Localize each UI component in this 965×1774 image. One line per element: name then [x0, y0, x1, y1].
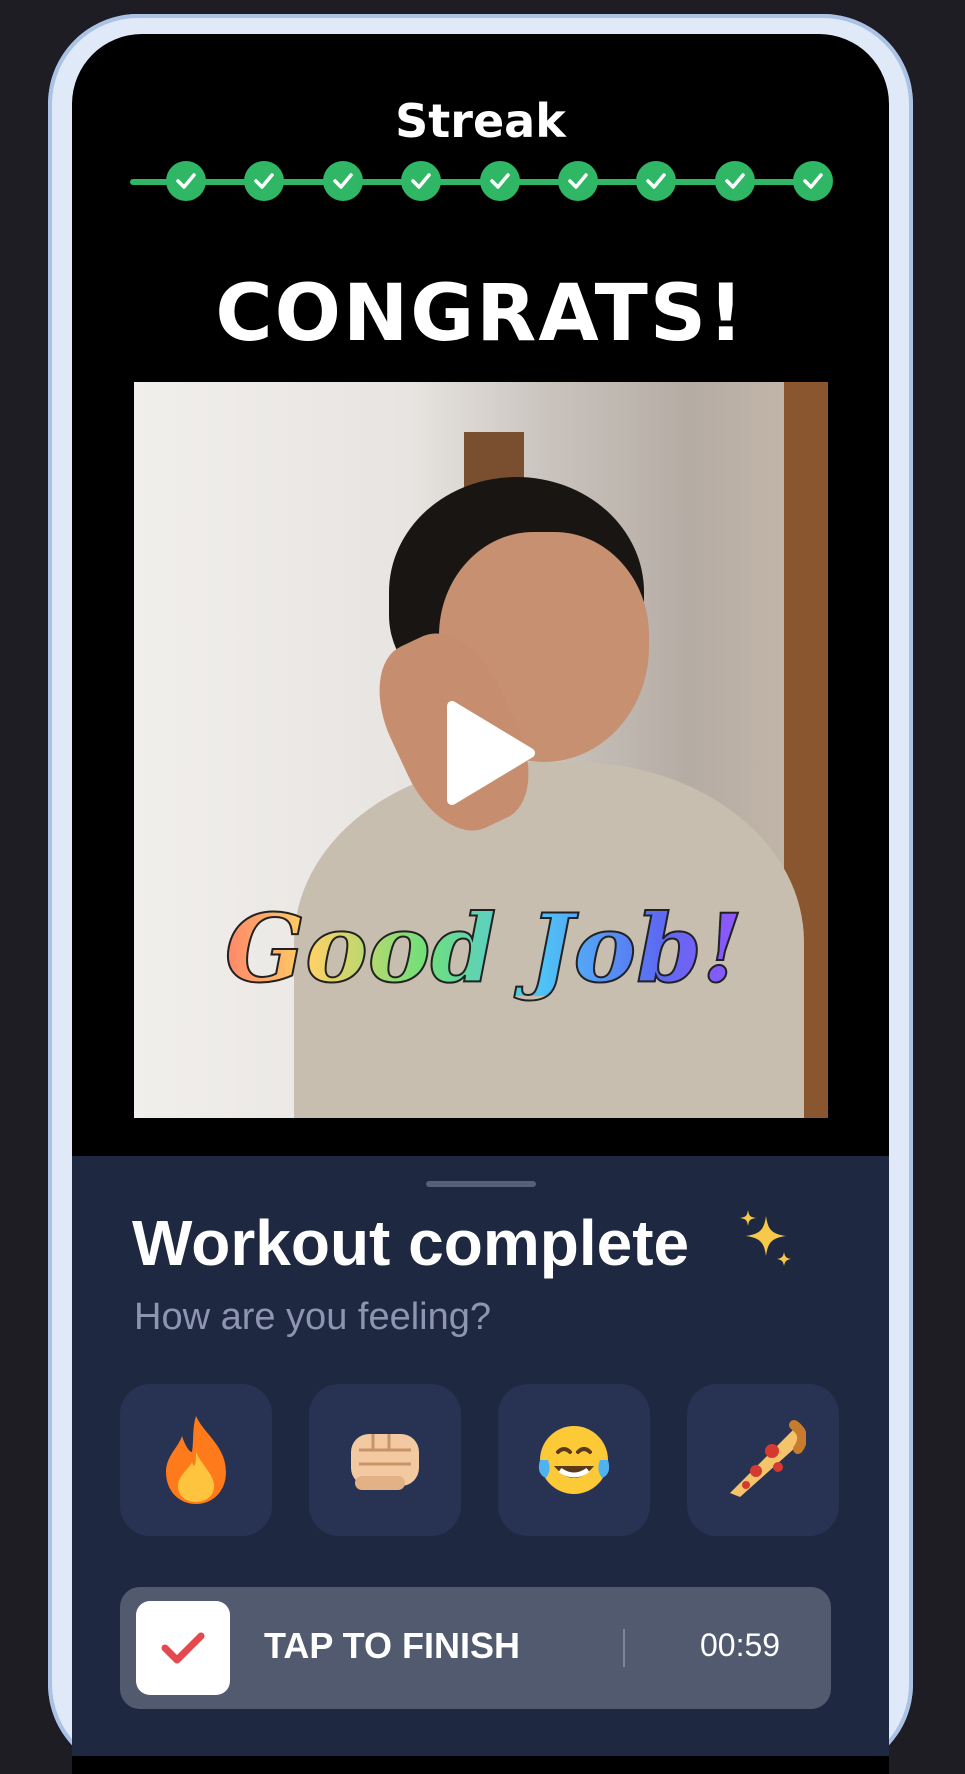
sheet-drag-handle[interactable]	[426, 1181, 536, 1187]
reaction-pizza-button[interactable]	[687, 1384, 839, 1536]
reaction-fire-button[interactable]	[120, 1384, 272, 1536]
check-icon	[568, 173, 588, 189]
workout-complete-sheet: Workout complete How are you feeling? TA…	[72, 1156, 889, 1756]
countdown-timer: 00:59	[700, 1627, 781, 1663]
streak-day-check	[714, 161, 755, 201]
checkmark-icon	[161, 1632, 205, 1664]
celebration-gif[interactable]: Good Job!	[134, 382, 828, 1118]
reaction-laughing-button[interactable]	[498, 1384, 650, 1536]
streak-day-check	[557, 161, 598, 201]
congrats-heading: CONGRATS!	[215, 269, 746, 359]
streak-day-check	[479, 161, 520, 201]
finish-divider	[623, 1629, 625, 1667]
check-icon	[724, 173, 745, 189]
streak-day-check	[244, 161, 285, 201]
streak-day-check	[636, 161, 677, 201]
streak-day-check	[793, 161, 833, 201]
laughing-tears-icon	[538, 1426, 610, 1494]
reaction-fist-button[interactable]	[309, 1384, 461, 1536]
check-icon	[489, 173, 510, 189]
sheet-subtitle: How are you feeling?	[134, 1296, 491, 1338]
check-icon	[333, 173, 353, 189]
check-icon	[176, 173, 196, 189]
streak-title: Streak	[395, 94, 566, 148]
streak-day-check	[166, 161, 206, 201]
gif-caption: Good Job!	[194, 901, 774, 997]
streak-day-check	[322, 161, 363, 201]
check-icon	[254, 173, 275, 189]
fire-icon	[166, 1416, 226, 1504]
finish-label: TAP TO FINISH	[264, 1625, 521, 1666]
check-icon	[411, 173, 431, 189]
tap-to-finish-button[interactable]: TAP TO FINISH 00:59	[120, 1587, 831, 1709]
check-icon	[646, 173, 666, 189]
check-icon	[803, 173, 823, 189]
sheet-title: Workout complete	[132, 1207, 690, 1279]
finish-checkbox[interactable]	[136, 1601, 230, 1695]
pizza-icon	[730, 1420, 806, 1497]
streak-day-check	[401, 161, 442, 201]
sparkles-icon	[740, 1210, 791, 1266]
fist-icon	[351, 1434, 419, 1490]
play-icon[interactable]	[440, 698, 540, 808]
